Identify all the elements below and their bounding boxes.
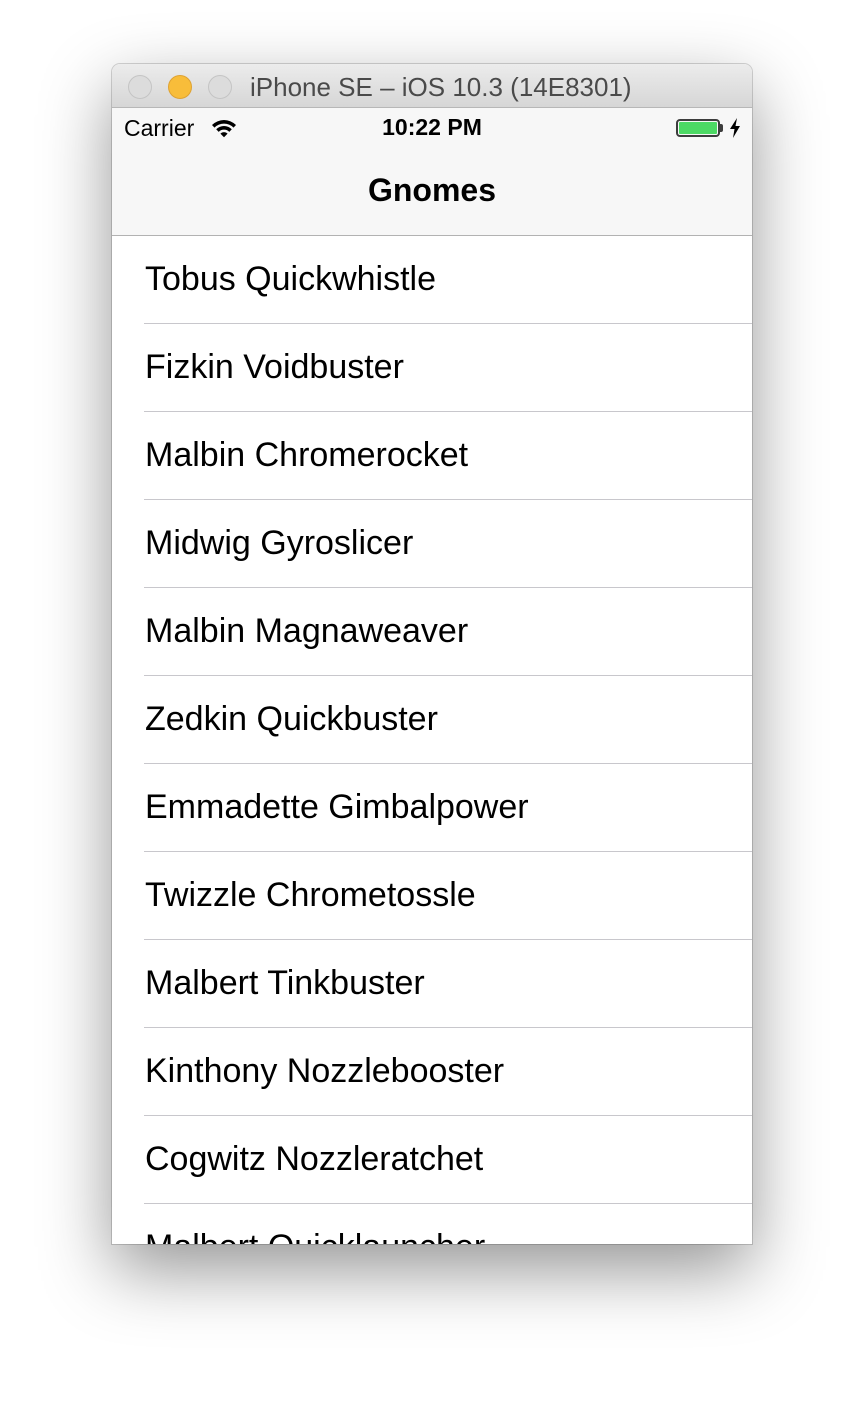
list-item[interactable]: Tobus Quickwhistle xyxy=(112,236,752,324)
list-item-label: Twizzle Chrometossle xyxy=(145,876,476,914)
list-item[interactable]: Kinthony Nozzlebooster xyxy=(112,1028,752,1116)
list-item[interactable]: Zedkin Quickbuster xyxy=(112,676,752,764)
list-item-label: Malbin Chromerocket xyxy=(145,436,469,474)
simulator-window: iPhone SE – iOS 10.3 (14E8301) Carrier 1… xyxy=(112,64,752,1244)
list-item-label: Midwig Gyroslicer xyxy=(145,524,414,562)
gnome-table-view[interactable]: Tobus Quickwhistle Fizkin Voidbuster Mal… xyxy=(112,236,752,1244)
list-item-label: Malbert Tinkbuster xyxy=(145,964,425,1002)
battery-level xyxy=(679,122,717,134)
nav-title: Gnomes xyxy=(367,172,497,208)
battery-tip xyxy=(720,124,723,132)
battery-icon xyxy=(676,119,720,137)
window-titlebar[interactable]: iPhone SE – iOS 10.3 (14E8301) xyxy=(112,64,752,108)
navigation-bar: Gnomes xyxy=(112,148,752,236)
list-item[interactable]: Emmadette Gimbalpower xyxy=(112,764,752,852)
list-item-label: Kinthony Nozzlebooster xyxy=(145,1052,505,1090)
list-item-label: Malbert Quicklauncher xyxy=(145,1228,485,1244)
list-item-label: Zedkin Quickbuster xyxy=(145,700,438,738)
status-time: 10:22 PM xyxy=(382,114,482,140)
charging-bolt-icon xyxy=(730,118,740,138)
list-item-label: Tobus Quickwhistle xyxy=(145,260,437,298)
list-item-label: Emmadette Gimbalpower xyxy=(145,788,529,826)
window-title: iPhone SE – iOS 10.3 (14E8301) xyxy=(250,72,632,102)
list-item[interactable]: Malbin Chromerocket xyxy=(112,412,752,500)
close-window-button[interactable] xyxy=(128,75,152,99)
status-bar: Carrier 10:22 PM xyxy=(112,108,752,148)
list-item-label: Malbin Magnaweaver xyxy=(145,612,469,650)
list-item-label: Fizkin Voidbuster xyxy=(145,348,404,386)
list-item[interactable]: Malbert Tinkbuster xyxy=(112,940,752,1028)
minimize-window-button[interactable] xyxy=(168,75,192,99)
list-item[interactable]: Cogwitz Nozzleratchet xyxy=(112,1116,752,1204)
list-item[interactable]: Midwig Gyroslicer xyxy=(112,500,752,588)
list-item[interactable]: Fizkin Voidbuster xyxy=(112,324,752,412)
list-item-label: Cogwitz Nozzleratchet xyxy=(145,1140,484,1178)
list-item[interactable]: Twizzle Chrometossle xyxy=(112,852,752,940)
list-item[interactable]: Malbert Quicklauncher xyxy=(112,1204,752,1244)
list-item[interactable]: Malbin Magnaweaver xyxy=(112,588,752,676)
zoom-window-button[interactable] xyxy=(208,75,232,99)
